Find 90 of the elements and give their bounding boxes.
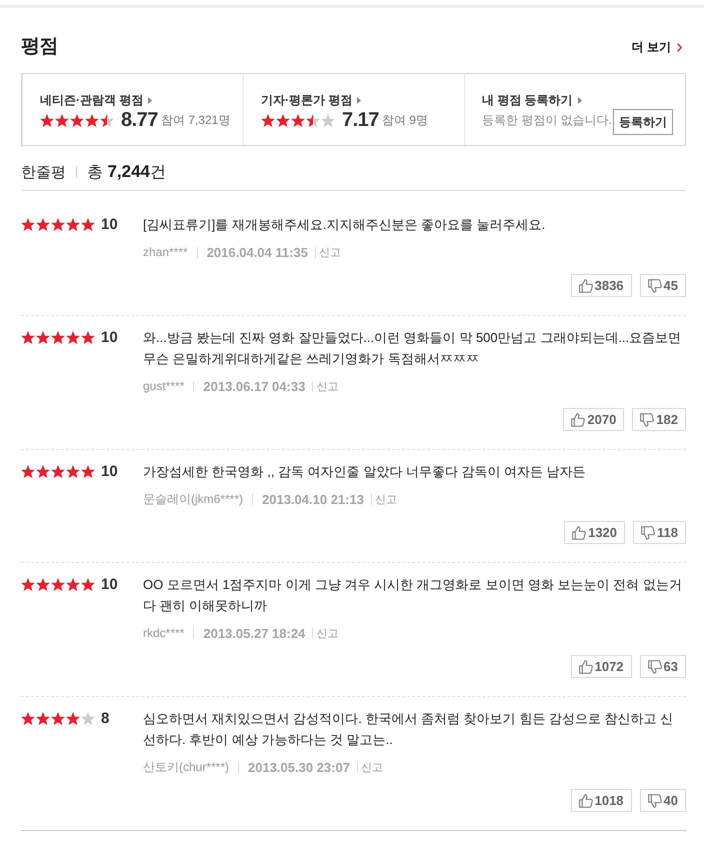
star-icon: [55, 114, 69, 126]
rating-link[interactable]: 내 평점 등록하기: [482, 91, 582, 109]
star-icon: [51, 218, 65, 231]
star-icon: [81, 331, 95, 344]
review-date: 2013.05.30 23:07: [248, 760, 350, 774]
username: 산토키(chur****): [143, 758, 230, 776]
star-icon: [85, 114, 99, 126]
empty-message: 등록한 평점이 없습니다.: [482, 112, 612, 129]
review-text: 심오하면서 재치있으면서 감성적이다. 한국에서 좀처럼 찾아보기 힘든 감성으로 참신하고 신선하다. 후반이 예상 가능하다는 것 말고는..: [143, 710, 674, 749]
star-icon: [261, 114, 275, 126]
star-icon: [66, 578, 80, 591]
star-icon: [66, 218, 80, 231]
thumbs-up-icon: [571, 412, 586, 426]
caret-right-icon: [357, 96, 362, 104]
star-icon: [66, 465, 80, 478]
star-icon: [21, 218, 35, 231]
review-score: 8: [101, 710, 110, 727]
star-icon: [70, 114, 84, 126]
star-icon: [21, 331, 35, 344]
average-score: 8.77: [121, 108, 158, 132]
dislike-button[interactable]: 45: [640, 274, 686, 297]
rating-link[interactable]: 네티즌·관람객 평점: [40, 91, 152, 109]
review-total: 총 7,244건: [87, 162, 166, 182]
thumbs-up-icon: [578, 660, 593, 674]
more-link[interactable]: 더 보기: [632, 38, 682, 56]
thumbs-up-icon: [572, 526, 586, 540]
review-date: 2013.04.10 21:13: [262, 492, 364, 506]
review-date: 2013.05.27 18:24: [203, 626, 306, 640]
half-star-icon: [100, 114, 114, 126]
thumbs-down-icon: [648, 278, 662, 292]
dislike-button[interactable]: 40: [640, 789, 686, 812]
review-text: 가장섬세한 한국영화 ,, 감독 여자인줄 알았다 너무좋다 감독이 여자든 남자든: [143, 463, 587, 481]
like-button[interactable]: 1072: [570, 655, 632, 678]
section-title: 평점: [21, 36, 58, 58]
star-icon: [81, 218, 95, 231]
like-button[interactable]: 3836: [570, 274, 632, 297]
thumbs-down-icon: [640, 412, 654, 426]
caret-right-icon: [578, 96, 582, 104]
star-icon: [51, 331, 65, 344]
star-icon: [36, 465, 50, 478]
star-icon: [51, 578, 65, 591]
review-text: 와...방금 봤는데 진짜 영화 잘만들었다...이런 영화들이 막 500만넘고 그래야되는데...요즘보면 무슨 은밀하게위대하게같은 쓰레기영화가 독점해서ㅉㅉㅉ: [143, 329, 682, 368]
rating-link[interactable]: 기자·평론가 평점: [261, 91, 362, 109]
star-icon: [66, 331, 80, 344]
dislike-button[interactable]: 118: [633, 521, 686, 544]
username: rkdc****: [143, 626, 184, 640]
star-icon: [36, 578, 50, 591]
thumbs-down-icon: [641, 526, 656, 540]
star-icon: [21, 712, 35, 725]
username: 문슬레이(jkm6****): [143, 490, 244, 508]
star-icon: [40, 114, 54, 126]
thumbs-down-icon: [648, 660, 662, 674]
review-date: 2016.04.04 11:35: [206, 244, 308, 260]
dislike-button[interactable]: 182: [632, 408, 686, 431]
username: zhan****: [143, 245, 188, 259]
review-text: [김씨표류기]를 재개봉해주세요.지지해주신분은 좋아요를 눌러주세요.: [143, 216, 546, 234]
star-icon: [276, 114, 290, 126]
review-score: 10: [101, 329, 118, 346]
review-score: 10: [101, 576, 118, 593]
star-icon: [81, 578, 95, 591]
thumbs-up-icon: [578, 794, 593, 808]
like-button[interactable]: 2070: [563, 408, 624, 431]
review-date: 2013.06.17 04:33: [203, 378, 306, 394]
star-icon: [66, 712, 80, 725]
username: gust****: [143, 379, 184, 393]
star-icon: [36, 218, 50, 231]
star-icon: [36, 331, 50, 344]
participant-count: 참여 9명: [382, 112, 428, 128]
review-score: 10: [101, 463, 118, 480]
half-star-icon: [306, 114, 320, 126]
like-button[interactable]: 1320: [564, 521, 626, 544]
star-icon: [291, 114, 305, 126]
thumbs-up-icon: [578, 278, 593, 292]
thumbs-down-icon: [648, 794, 662, 808]
star-icon: [81, 465, 95, 478]
average-score: 7.17: [342, 108, 379, 132]
section-title: 한줄평: [21, 162, 66, 182]
participant-count: 참여 7,321명: [160, 112, 230, 128]
review-score: 10: [101, 216, 118, 233]
star-icon: [36, 712, 50, 725]
like-button[interactable]: 1018: [570, 789, 632, 812]
star-icon: [21, 578, 35, 591]
dislike-button[interactable]: 63: [640, 655, 686, 678]
register-button[interactable]: 등록하기: [613, 109, 673, 135]
review-text: OO 모르면서 1점주지마 이게 그냥 겨우 시시한 개그영화로 보이면 영화 보는눈이 전혀 없는거다 괜히 이해못하니까: [143, 576, 683, 615]
chevron-right-icon: [677, 42, 682, 52]
star-icon: [51, 712, 65, 725]
caret-right-icon: [148, 96, 152, 104]
star-icon: [21, 465, 35, 478]
star-icon: [51, 465, 65, 478]
